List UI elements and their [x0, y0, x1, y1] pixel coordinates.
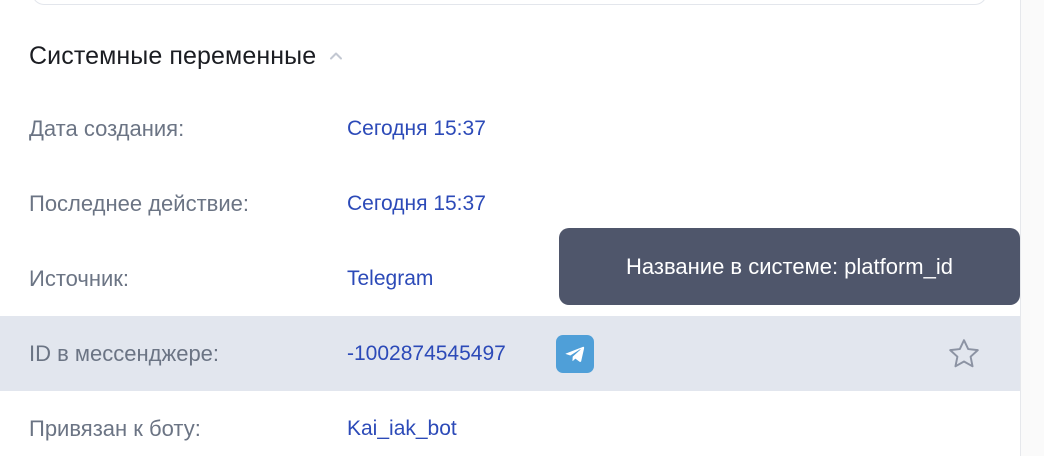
scrollbar-track[interactable] [1020, 0, 1044, 456]
variable-label: Источник: [29, 266, 130, 291]
variable-label: ID в мессенджере: [29, 341, 220, 366]
section-header[interactable]: Системные переменные [29, 36, 344, 76]
variable-value[interactable]: Сегодня 15:37 [347, 91, 486, 166]
variable-label: Дата создания: [29, 116, 185, 141]
variable-value[interactable]: -1002874545497 [347, 316, 506, 391]
previous-card [32, 0, 987, 5]
variable-row-created: Дата создания: Сегодня 15:37 [0, 91, 1020, 166]
variable-value[interactable]: Kai_iak_bot [347, 391, 457, 466]
variable-label: Привязан к боту: [29, 416, 201, 441]
variable-row-messenger-id[interactable]: ID в мессенджере: -1002874545497 [0, 316, 1020, 391]
section-title: Системные переменные [29, 41, 317, 70]
variable-value[interactable]: Telegram [347, 241, 433, 316]
variable-row-bot: Привязан к боту: Kai_iak_bot [0, 391, 1020, 466]
variable-label: Последнее действие: [29, 191, 249, 216]
variable-value[interactable]: Сегодня 15:37 [347, 166, 486, 241]
chevron-up-icon[interactable] [328, 48, 344, 64]
star-icon[interactable] [944, 334, 984, 374]
tooltip: Название в системе: platform_id [559, 228, 1020, 305]
telegram-icon[interactable] [556, 335, 594, 373]
